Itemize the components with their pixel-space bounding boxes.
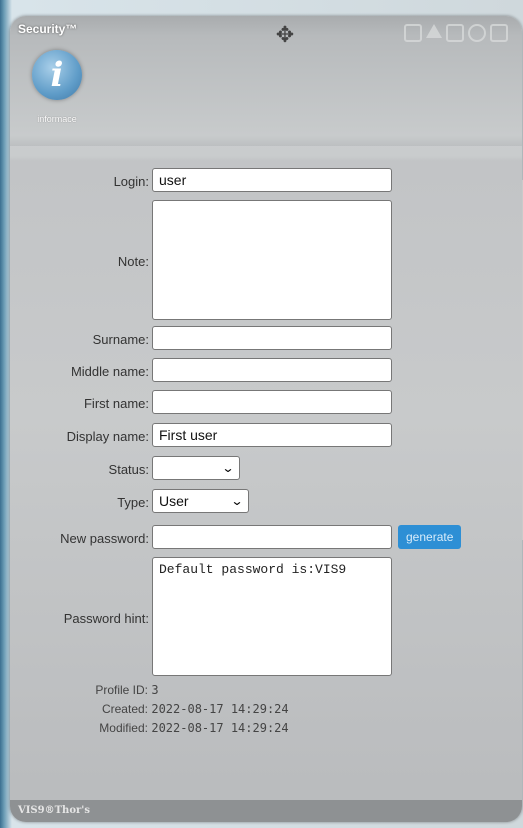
type-value: User xyxy=(159,493,189,509)
first-name-label: First name: xyxy=(83,396,149,411)
profile-id-line: Profile ID: 3 xyxy=(28,683,159,697)
display-name-input[interactable] xyxy=(152,423,392,447)
modified-label: Modified: xyxy=(99,721,148,735)
type-select[interactable]: User ⌄ xyxy=(152,489,249,513)
info-button[interactable]: i informace xyxy=(16,46,98,138)
login-input[interactable] xyxy=(152,168,392,192)
surname-input[interactable] xyxy=(152,326,392,350)
security-dialog: Security™ ✥ i informace Login: Note: Sur… xyxy=(10,16,522,822)
login-label: Login: xyxy=(113,174,149,189)
profile-id-value: 3 xyxy=(151,683,159,697)
created-line: Created: 2022-08-17 14:29:24 xyxy=(28,702,289,716)
first-name-input[interactable] xyxy=(152,390,392,414)
warning-icon[interactable] xyxy=(426,24,442,38)
profile-id-label: Profile ID: xyxy=(95,683,148,697)
close-icon[interactable] xyxy=(490,24,508,42)
password-hint-label: Password hint: xyxy=(63,611,149,626)
move-icon[interactable]: ✥ xyxy=(272,22,298,48)
display-name-label: Display name: xyxy=(66,429,149,444)
modified-value: 2022-08-17 14:29:24 xyxy=(151,721,289,735)
generate-button[interactable]: generate xyxy=(398,525,462,549)
note-label: Note: xyxy=(117,254,149,269)
new-password-input[interactable] xyxy=(152,525,392,549)
password-hint-textarea[interactable]: Default password is:VIS9 xyxy=(152,557,392,676)
chevron-down-icon: ⌄ xyxy=(230,494,244,508)
dialog-title: Security™ xyxy=(18,22,78,36)
chevron-down-icon: ⌄ xyxy=(221,461,235,475)
middle-name-input[interactable] xyxy=(152,358,392,382)
window-controls xyxy=(404,24,508,42)
surname-label: Surname: xyxy=(92,332,149,347)
circle-icon[interactable] xyxy=(468,24,486,42)
created-label: Created: xyxy=(101,702,148,716)
dialog-header: Security™ ✥ i informace xyxy=(10,16,522,146)
dialog-footer: VIS9®Thor's xyxy=(10,800,522,822)
info-icon: i xyxy=(32,50,82,100)
status-select[interactable]: ⌄ xyxy=(152,456,240,480)
pin-icon[interactable] xyxy=(404,24,422,42)
maximize-icon[interactable] xyxy=(446,24,464,42)
created-value: 2022-08-17 14:29:24 xyxy=(151,702,289,716)
status-label: Status: xyxy=(108,462,149,477)
new-password-label: New password: xyxy=(60,531,149,546)
type-label: Type: xyxy=(117,495,149,510)
middle-name-label: Middle name: xyxy=(70,364,149,379)
modified-line: Modified: 2022-08-17 14:29:24 xyxy=(28,721,289,735)
note-textarea[interactable] xyxy=(152,200,392,320)
footer-brand: VIS9®Thor's xyxy=(18,805,90,816)
info-label: informace xyxy=(37,114,77,124)
